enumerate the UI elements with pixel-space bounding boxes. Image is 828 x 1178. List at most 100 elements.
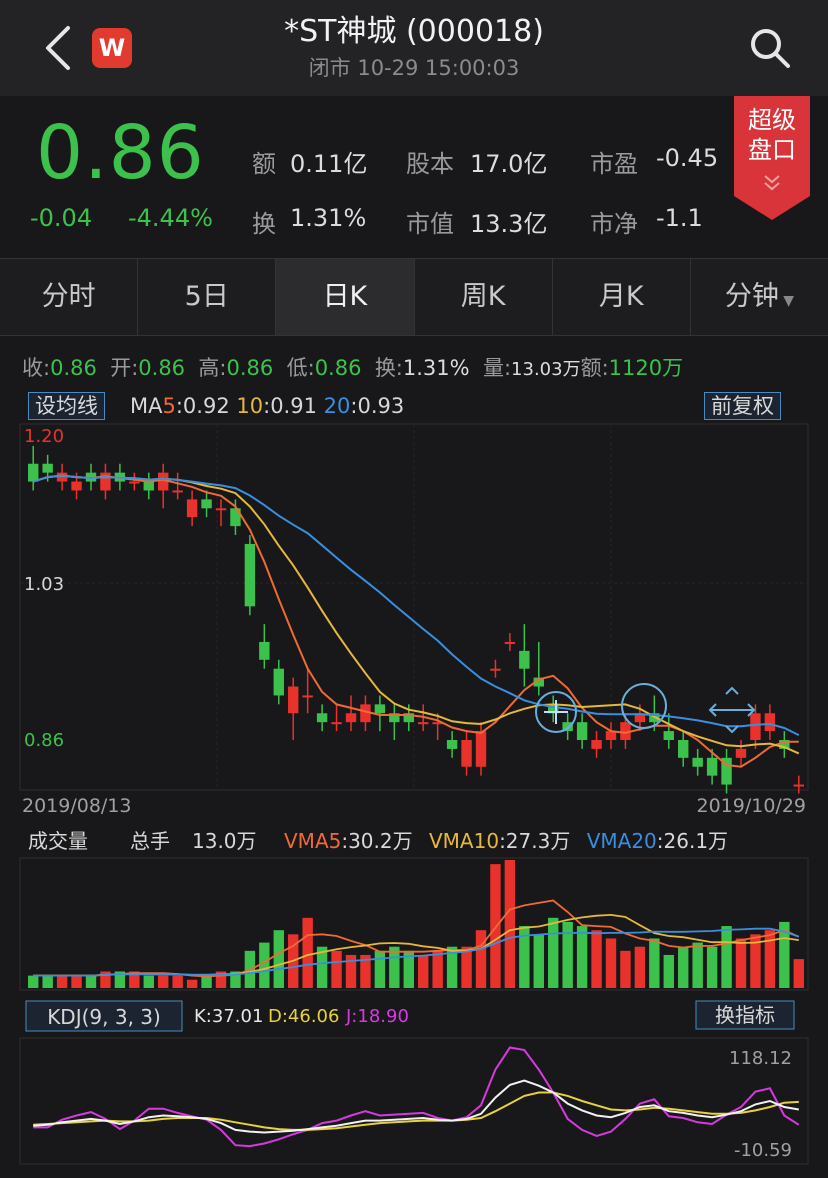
kdj-min-label: -10.59: [734, 1140, 792, 1161]
volume-bar: [548, 917, 559, 988]
candle-body: [143, 481, 154, 491]
kdj-d-value: D:46.06: [268, 1006, 339, 1027]
volume-bar: [620, 950, 631, 988]
volume-bar: [302, 917, 313, 988]
volume-bar: [504, 860, 516, 988]
candle-body: [519, 650, 530, 669]
quote-value-turnover: 1.31%: [290, 204, 367, 232]
volume-bar: [663, 954, 674, 988]
volume-bar: [432, 950, 443, 988]
tab-5day[interactable]: 5日: [138, 259, 277, 335]
super-order-book-button[interactable]: 超级 盘口: [734, 96, 810, 220]
y-axis-bottom-label: 0.86: [24, 730, 64, 751]
volume-bar: [706, 946, 718, 988]
ohlc-row: 收:0.86 开:0.86 高:0.86 低:0.86 换:1.31% 量:13…: [22, 352, 683, 382]
quote-label-pe: 市盈: [590, 150, 638, 178]
ohlc-value: 1120万: [608, 356, 684, 380]
volume-bar: [475, 930, 487, 988]
candle-body: [374, 704, 386, 714]
kdj-k-line: [33, 1079, 799, 1134]
candle-body: [201, 499, 212, 509]
tab-intraday[interactable]: 分时: [0, 259, 139, 335]
tab-weekly-k[interactable]: 周K: [414, 259, 553, 335]
candle-body: [475, 731, 487, 767]
candles-group: [28, 445, 804, 794]
volume-bar: [28, 975, 39, 988]
ohlc-label: 量:: [482, 356, 512, 380]
ohlc-label: 低:: [286, 356, 315, 380]
kline-chart-area[interactable]: 1.20 1.03 0.86 2019/08/13 2019/10/29 成交量…: [0, 388, 828, 1178]
quote-label-market-cap: 市值: [406, 210, 454, 238]
volume-bar: [71, 975, 82, 988]
header-bar: W *ST神城 (000018) 闭市 10-29 15:00:03: [0, 0, 828, 96]
price-change-percent: -4.44%: [128, 204, 213, 232]
volume-bar: [533, 934, 544, 988]
kdj-k-value: K:37.01: [194, 1006, 263, 1027]
candle-body: [576, 722, 588, 740]
stock-title: *ST神城 (000018): [284, 14, 544, 49]
kdj-j-line: [33, 1046, 800, 1148]
candle-body: [461, 740, 472, 767]
candle-body: [316, 713, 328, 723]
candle-body: [273, 668, 284, 696]
tab-minute[interactable]: 分钟 ▼: [690, 259, 828, 335]
candle-body: [793, 784, 804, 787]
switch-indicator-label: 换指标: [715, 1003, 775, 1027]
candle-body: [706, 757, 718, 776]
tab-daily-k[interactable]: 日K: [276, 259, 415, 335]
price-change: -0.04: [30, 204, 93, 232]
candle-body: [129, 481, 140, 484]
ohlc-label: 换:: [374, 356, 403, 380]
quote-label-amount: 额: [252, 150, 276, 178]
ohlc-label: 高:: [198, 356, 227, 380]
quote-value-pb: -1.1: [656, 204, 703, 232]
y-axis-top-label: 1.20: [24, 426, 64, 447]
super-button-line2: 盘口: [748, 136, 796, 164]
current-price: 0.86: [36, 110, 205, 196]
candle-body: [302, 695, 313, 698]
candle-body: [490, 668, 501, 671]
volume-bar: [764, 930, 776, 988]
candle-body: [345, 713, 357, 723]
search-icon[interactable]: [748, 26, 792, 70]
volume-title: 成交量: [28, 829, 88, 853]
candle-body: [56, 472, 68, 482]
quote-label-shares: 股本: [406, 150, 454, 178]
ohlc-value: 0.86: [314, 356, 362, 380]
candle-body: [418, 722, 429, 725]
quote-label-pb: 市净: [590, 210, 638, 238]
volume-bar: [649, 938, 660, 988]
candle-body: [172, 490, 183, 493]
volume-bar: [418, 954, 429, 988]
candle-body: [446, 740, 458, 749]
kdj-frame: [19, 1037, 809, 1165]
volume-frame: [19, 857, 809, 991]
volume-bar: [461, 946, 472, 988]
volume-bar: [678, 946, 689, 988]
volume-bar: [143, 975, 154, 988]
volume-bar: [186, 979, 198, 988]
volume-total-value: 13.0万: [192, 829, 257, 853]
volume-bars-group: [28, 860, 804, 988]
ohlc-label: 额:: [580, 356, 609, 380]
quote-label-turnover: 换: [252, 210, 276, 238]
volume-bar: [591, 930, 602, 988]
candle-body: [259, 641, 270, 660]
ma-lines-group: [32, 474, 800, 768]
volume-bar: [562, 921, 573, 988]
ohlc-value: 0.86: [50, 356, 97, 380]
ma5-line: [32, 474, 799, 768]
date-end-label: 2019/10/29: [696, 795, 806, 817]
volume-bar: [56, 975, 68, 988]
volume-total-label: 总手: [130, 829, 170, 853]
candle-body: [186, 499, 198, 518]
volume-bar: [273, 930, 284, 988]
volume-bar: [85, 975, 97, 988]
candle-body: [692, 757, 703, 767]
ohlc-value: 0.86: [226, 356, 274, 380]
ohlc-value: 1.31%: [402, 356, 470, 380]
candle-body: [504, 641, 516, 644]
tab-monthly-k[interactable]: 月K: [552, 259, 691, 335]
candle-body: [244, 543, 256, 607]
period-tabs: 分时 5日 日K 周K 月K 分钟 ▼: [0, 258, 828, 336]
